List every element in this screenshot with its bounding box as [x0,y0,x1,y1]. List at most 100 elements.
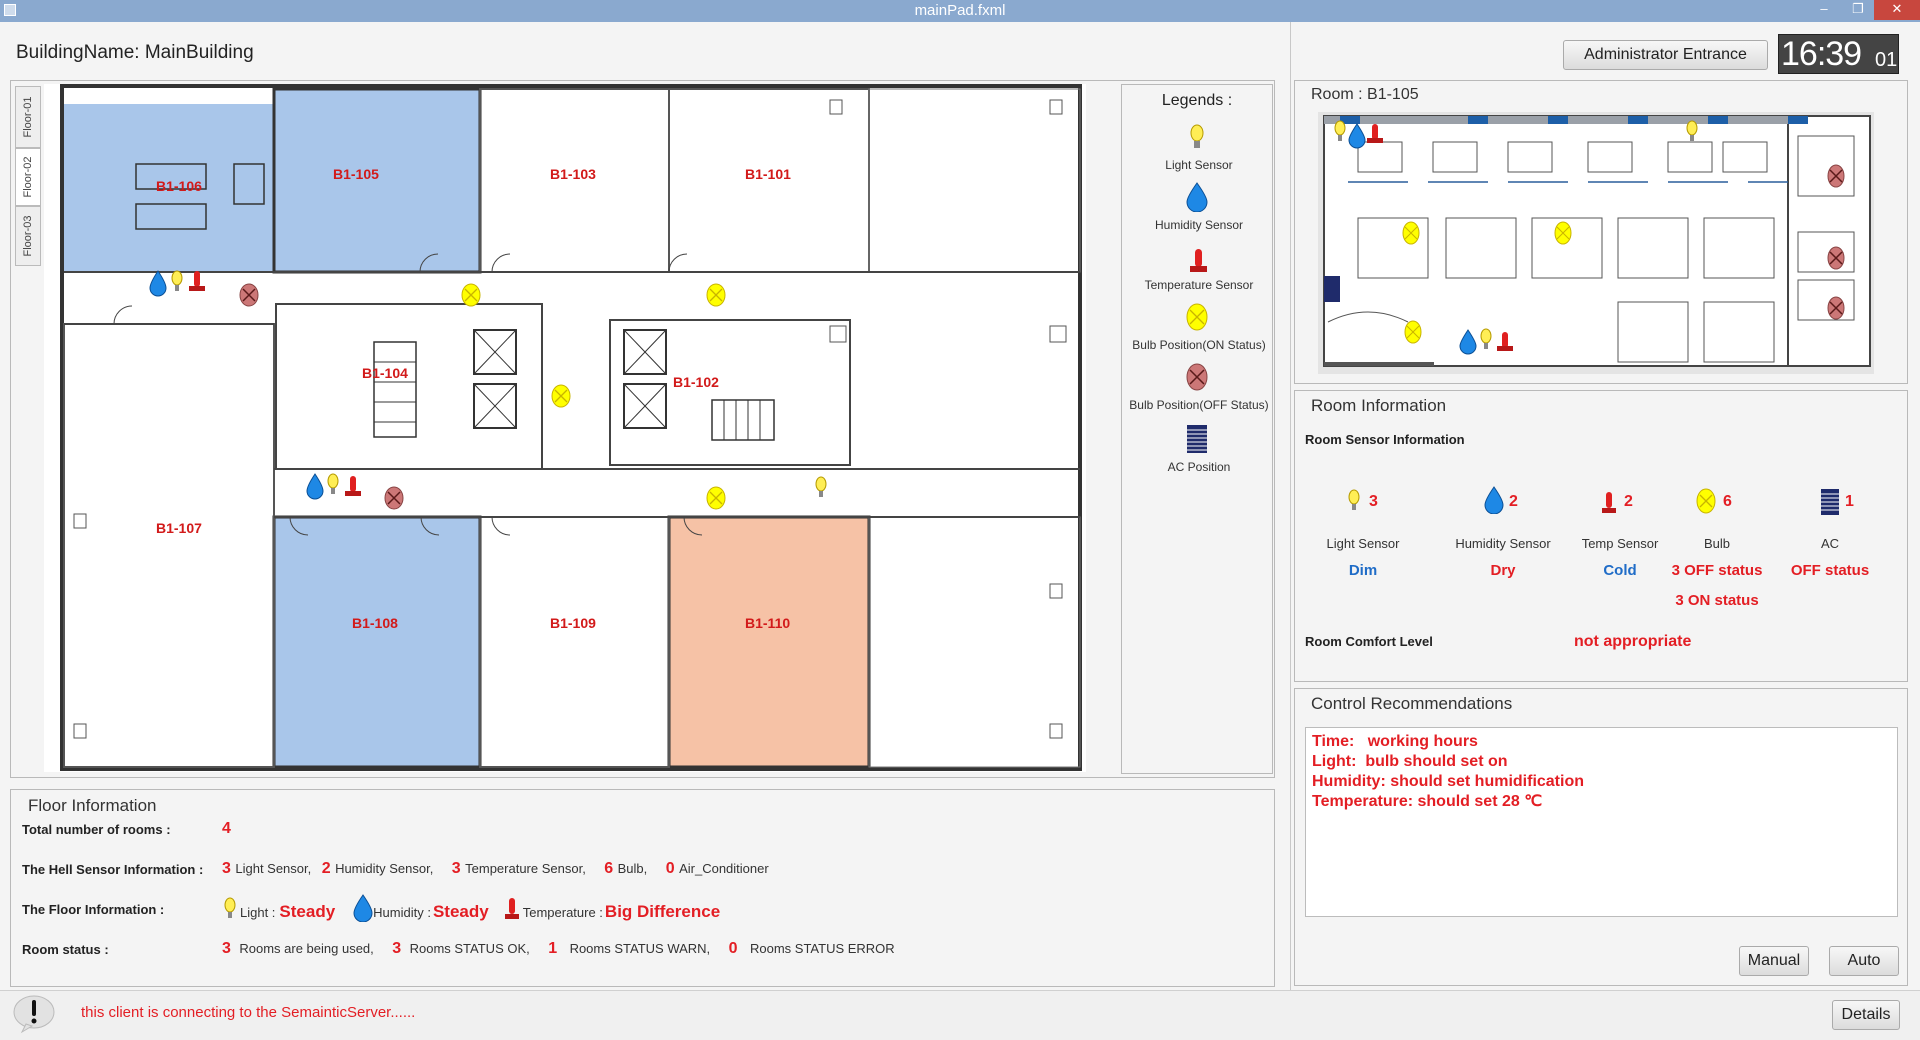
room-b1-110-fill[interactable] [667,515,871,769]
floor-humidity-label: Humidity : [373,905,431,920]
room-light-count: 3 [1369,493,1378,510]
room-label-b1-109[interactable]: B1-109 [550,615,596,631]
hell-sensor-row: 3 Light Sensor, 2 Humidity Sensor, 3 Tem… [222,860,769,878]
ac-icon [1821,489,1839,515]
room-humidity-count: 2 [1509,493,1518,510]
bulb-off-icon[interactable] [1827,246,1845,270]
room-label-b1-108[interactable]: B1-108 [352,615,398,631]
app-icon [4,4,16,16]
room-temp-label: Temp Sensor [1581,536,1659,551]
room-label-b1-106[interactable]: B1-106 [156,178,202,194]
light-sensor-icon [1348,489,1360,510]
bulb-on-icon [1696,488,1716,514]
room-label-b1-110[interactable]: B1-110 [745,615,790,631]
title-bar: mainPad.fxml ‒ ❐ ✕ [0,0,1920,22]
legend-humidity-sensor: Humidity Sensor [1154,218,1244,232]
tab-floor-01[interactable]: Floor-01 [15,86,41,148]
bulb-off-icon[interactable] [239,283,259,307]
building-name: BuildingName: MainBuilding [16,42,254,63]
room-bulb-label: Bulb [1703,536,1731,551]
close-button[interactable]: ✕ [1874,0,1920,20]
humidity-sensor-icon [1186,182,1208,212]
rec-humidity: Humidity: should set humidification [1312,773,1584,790]
hell-sensor-label: The Hell Sensor Information : [22,862,204,877]
temperature-sensor-icon [504,898,519,919]
bulb-off-icon[interactable] [1827,296,1845,320]
status-error-count: 0 [728,940,738,957]
bulb-on-icon[interactable] [1404,320,1422,344]
rec-temperature: Temperature: should set 28 ℃ [1312,793,1543,810]
room-label-b1-107[interactable]: B1-107 [156,520,202,536]
main-window: mainPad.fxml ‒ ❐ ✕ BuildingName: MainBui… [0,0,1920,1040]
recommendations-textarea[interactable]: Time: working hours Light: bulb should s… [1305,727,1898,917]
temperature-sensor-icon [1602,492,1616,513]
room-info-title: Room Information [1311,396,1447,415]
floor-humidity-value: Steady [432,902,489,921]
status-ok-label: Rooms STATUS OK, [409,941,530,956]
room-comfort-label: Room Comfort Level [1305,634,1433,649]
hell-temp-count: 3 [451,860,461,877]
clock-time: 16:39 [1781,35,1862,73]
hell-ac-count: 0 [665,860,675,877]
room-light-status: Dim [1348,562,1378,579]
room-status-row: 3 Rooms are being used, 3 Rooms STATUS O… [222,940,895,958]
bulb-off-icon[interactable] [1827,164,1845,188]
room-b1-108-fill[interactable] [272,515,482,769]
room-label-b1-103[interactable]: B1-103 [550,166,596,182]
floor-light-value: Steady [279,902,336,921]
temperature-sensor-icon [1190,249,1207,272]
auto-button[interactable]: Auto [1829,946,1899,976]
status-warn-count: 1 [548,940,558,957]
room-ac-status: OFF status [1790,562,1870,579]
humidity-sensor-icon [353,894,373,922]
room-label-b1-102[interactable]: B1-102 [673,374,719,390]
room-label-b1-105[interactable]: B1-105 [333,166,379,182]
floor-info-title: Floor Information [28,796,157,815]
minimize-button[interactable]: ‒ [1807,0,1841,20]
bulb-on-icon[interactable] [1554,221,1572,245]
bulb-on-icon [1186,303,1208,331]
room-sensor-info-title: Room Sensor Information [1305,432,1465,447]
ac-icon[interactable] [1324,276,1340,302]
details-button[interactable]: Details [1832,1000,1900,1030]
room-bulb-status-off: 3 OFF status [1671,562,1763,579]
room-comfort-value: not appropriate [1574,633,1692,650]
bulb-on-icon[interactable] [706,486,726,510]
floor-temp-label: Temperature : [522,905,603,920]
room-temp-status: Cold [1603,562,1637,579]
hell-temp-label: Temperature Sensor, [465,861,586,876]
hell-bulb-count: 6 [604,860,614,877]
warning-icon [13,995,55,1034]
legend-ac: AC Position [1167,460,1231,474]
light-sensor-icon [1190,124,1204,148]
total-rooms-value: 4 [222,820,231,837]
hell-light-label: Light Sensor, [235,861,312,876]
room-status-label: Room status : [22,942,109,957]
legend-bulb-on: Bulb Position(ON Status) [1132,338,1266,352]
floor-info-row: Light : Steady Humidity : Steady Tempera… [222,894,720,922]
room-view-title: Room : B1-105 [1311,86,1419,103]
tab-floor-02[interactable]: Floor-02 [15,148,41,206]
clock: 16:39 01 [1778,34,1899,74]
status-warn-label: Rooms STATUS WARN, [569,941,711,956]
restore-button[interactable]: ❐ [1841,0,1875,20]
bulb-off-icon[interactable] [384,486,404,510]
bulb-on-icon[interactable] [1402,221,1420,245]
ac-icon [1187,425,1207,453]
legend-bulb-off: Bulb Position(OFF Status) [1129,398,1269,412]
floor-light-label: Light : [240,905,276,920]
status-message: this client is connecting to the Semaint… [81,1004,416,1021]
legends-title: Legends : [1161,92,1233,109]
manual-button[interactable]: Manual [1739,946,1809,976]
hell-ac-label: Air_Conditioner [679,861,769,876]
administrator-entrance-button[interactable]: Administrator Entrance [1563,40,1768,70]
bulb-on-icon[interactable] [706,283,726,307]
room-label-b1-101[interactable]: B1-101 [745,166,791,182]
bulb-on-icon[interactable] [551,384,571,408]
room-label-b1-104[interactable]: B1-104 [362,365,408,381]
floor-info-label: The Floor Information : [22,902,165,917]
tab-floor-03[interactable]: Floor-03 [15,206,41,266]
rec-time: Time: working hours [1312,733,1478,750]
humidity-sensor-icon [1484,486,1504,514]
bulb-on-icon[interactable] [461,283,481,307]
